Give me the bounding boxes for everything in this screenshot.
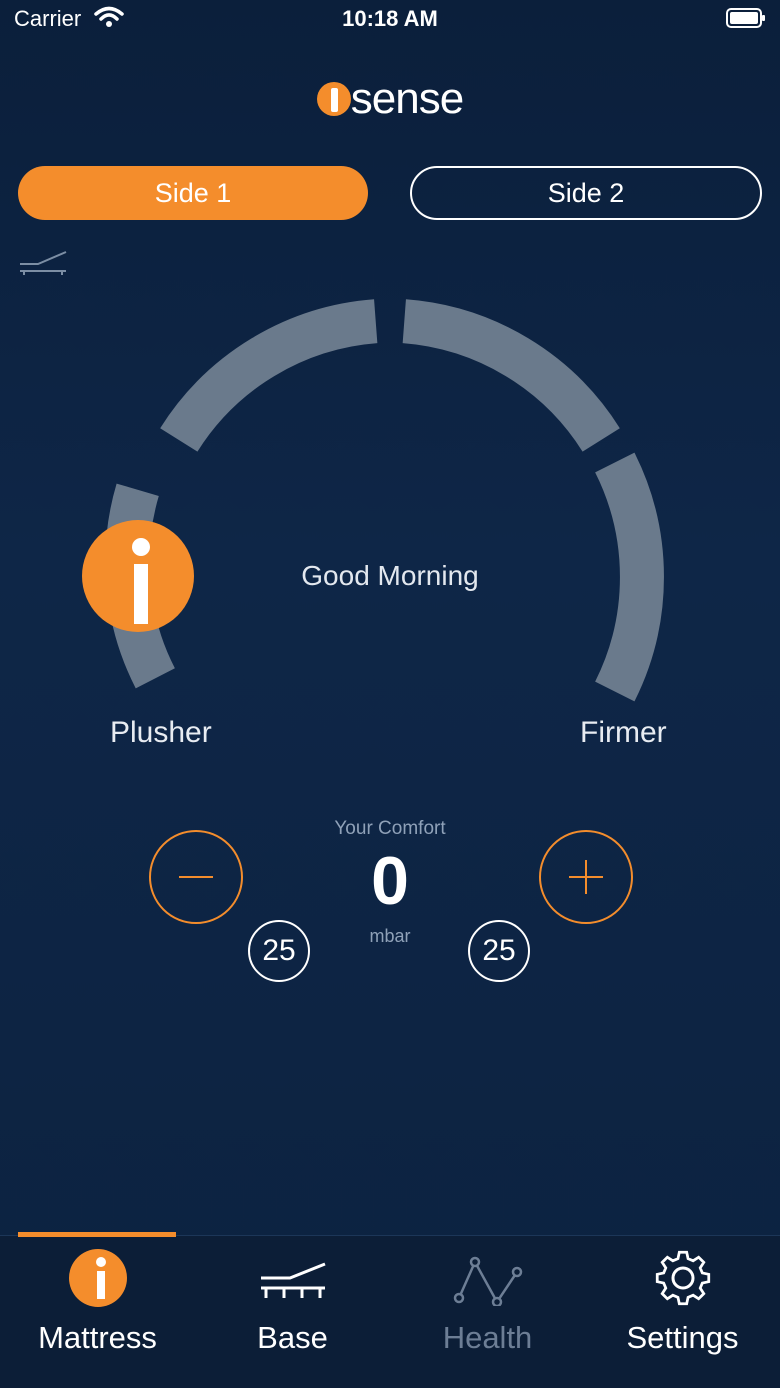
comfort-unit: mbar <box>369 926 411 946</box>
greeting-text: Good Morning <box>301 560 479 591</box>
tab-health[interactable]: Health <box>390 1236 585 1388</box>
gear-icon <box>655 1250 710 1306</box>
info-icon <box>68 1249 127 1307</box>
decrease-button[interactable] <box>149 830 243 924</box>
tab-base[interactable]: Base <box>195 1236 390 1388</box>
tab-mattress-label: Mattress <box>38 1320 157 1355</box>
minus-icon <box>179 876 213 878</box>
dial-segment-3 <box>402 299 620 452</box>
side-1-button[interactable]: Side 1 <box>18 166 368 220</box>
bed-position-icon[interactable] <box>18 250 68 276</box>
tab-settings-label: Settings <box>626 1320 739 1355</box>
tab-bar: Mattress Base Health Settings <box>0 1232 780 1388</box>
plusher-label: Plusher <box>110 716 212 749</box>
tab-settings[interactable]: Settings <box>585 1236 780 1388</box>
logo-i-icon <box>330 88 338 112</box>
battery-icon <box>726 8 765 28</box>
decrease-step-badge[interactable]: 25 <box>248 920 310 982</box>
side-2-button[interactable]: Side 2 <box>410 166 762 220</box>
app-logo: sense <box>0 74 780 123</box>
tab-base-label: Base <box>257 1320 328 1355</box>
tab-mattress[interactable]: Mattress <box>0 1236 195 1388</box>
status-bar: Carrier 10:18 AM <box>0 0 780 40</box>
plus-icon-vertical <box>585 860 587 894</box>
tab-health-label: Health <box>442 1320 533 1355</box>
info-dot-icon <box>132 538 150 556</box>
increase-button[interactable] <box>539 830 633 924</box>
comfort-dial[interactable] <box>0 280 780 720</box>
comfort-label: Your Comfort <box>334 818 446 839</box>
dial-segment-2 <box>160 299 378 452</box>
health-graph-icon <box>453 1256 522 1306</box>
firmer-label: Firmer <box>580 716 667 749</box>
clock: 10:18 AM <box>342 6 438 31</box>
increase-step-badge[interactable]: 25 <box>468 920 530 982</box>
bed-base-icon <box>260 1262 326 1298</box>
comfort-value: 0 <box>371 843 409 919</box>
